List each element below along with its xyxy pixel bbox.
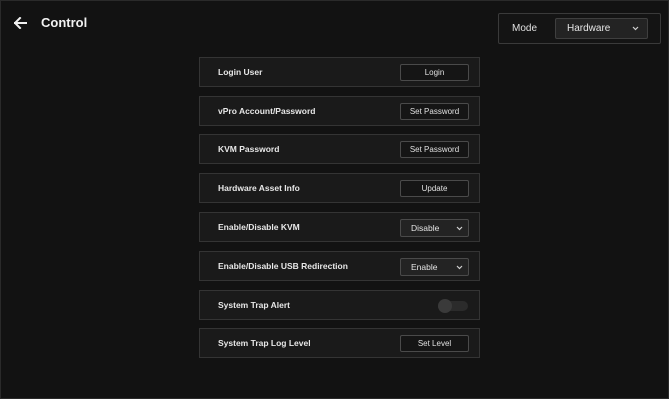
- toggle-knob: [438, 299, 452, 313]
- row-vpro-account-password: vPro Account/Password Set Password: [199, 96, 480, 126]
- row-label: System Trap Log Level: [218, 338, 311, 348]
- row-label: Hardware Asset Info: [218, 183, 300, 193]
- kvm-selected-value: Disable: [411, 223, 440, 233]
- row-label: Login User: [218, 67, 263, 77]
- mode-label: Mode: [512, 23, 538, 34]
- set-kvm-password-button[interactable]: Set Password: [400, 141, 469, 158]
- mode-select[interactable]: Hardware: [555, 18, 648, 39]
- login-button[interactable]: Login: [400, 64, 469, 81]
- set-level-button[interactable]: Set Level: [400, 335, 469, 352]
- mode-selector-panel: Mode Hardware: [498, 13, 661, 44]
- system-trap-alert-toggle[interactable]: [438, 299, 468, 313]
- chevron-down-icon: [456, 226, 463, 230]
- row-label: vPro Account/Password: [218, 106, 316, 116]
- control-panel: Control Mode Hardware Login User Login v…: [0, 0, 669, 399]
- chevron-down-icon: [632, 26, 639, 31]
- usb-redirection-selected-value: Enable: [411, 262, 438, 272]
- row-system-trap-alert: System Trap Alert: [199, 290, 480, 320]
- chevron-down-icon: [456, 265, 463, 269]
- mode-selected-value: Hardware: [567, 23, 611, 34]
- set-vpro-password-button[interactable]: Set Password: [400, 103, 469, 120]
- back-button[interactable]: [11, 14, 29, 32]
- row-label: System Trap Alert: [218, 300, 290, 310]
- arrow-left-icon: [13, 17, 27, 29]
- row-label: Enable/Disable USB Redirection: [218, 261, 348, 271]
- row-label: Enable/Disable KVM: [218, 222, 300, 232]
- page-title: Control: [41, 15, 88, 30]
- row-label: KVM Password: [218, 144, 280, 154]
- usb-redirection-select[interactable]: Enable: [400, 258, 469, 276]
- kvm-select[interactable]: Disable: [400, 219, 469, 237]
- row-login-user: Login User Login: [199, 57, 480, 87]
- row-enable-disable-kvm: Enable/Disable KVM Disable: [199, 212, 480, 242]
- row-system-trap-log-level: System Trap Log Level Set Level: [199, 328, 480, 358]
- row-enable-disable-usb-redirection: Enable/Disable USB Redirection Enable: [199, 251, 480, 281]
- row-kvm-password: KVM Password Set Password: [199, 134, 480, 164]
- row-hardware-asset-info: Hardware Asset Info Update: [199, 173, 480, 203]
- update-button[interactable]: Update: [400, 180, 469, 197]
